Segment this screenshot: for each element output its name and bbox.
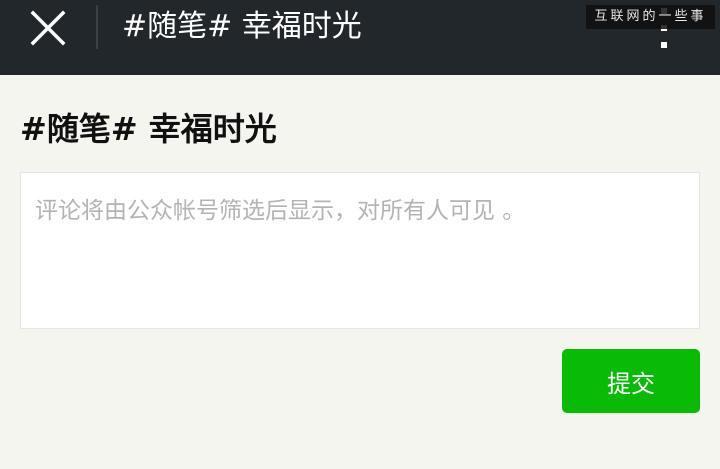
submit-button[interactable]: 提交 <box>562 349 700 413</box>
article-title: #随笔# 幸福时光 <box>20 110 277 148</box>
watermark: 互联网的一些事 <box>586 5 715 29</box>
close-icon <box>30 10 66 46</box>
top-navigation-bar: #随笔# 幸福时光 互联网的一些事 <box>0 0 720 75</box>
topbar-divider <box>96 5 98 49</box>
comment-input[interactable] <box>20 172 700 329</box>
page-title: #随笔# 幸福时光 <box>122 9 362 44</box>
more-vertical-icon <box>661 42 667 48</box>
close-button[interactable] <box>24 6 72 50</box>
